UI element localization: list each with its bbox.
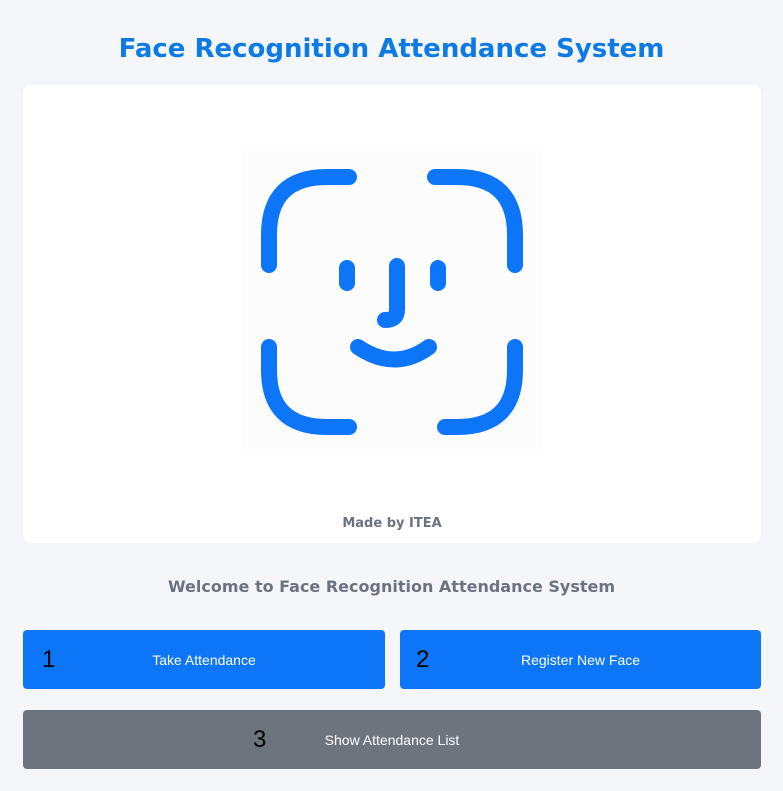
made-by-text: Made by ITEA	[342, 516, 442, 531]
register-new-face-button[interactable]: 2 Register New Face	[400, 630, 761, 689]
welcome-text: Welcome to Face Recognition Attendance S…	[167, 577, 616, 596]
logo-card: Made by ITEA	[23, 85, 761, 543]
face-id-icon	[242, 150, 542, 450]
page-title: Face Recognition Attendance System	[118, 34, 665, 64]
show-attendance-list-button[interactable]: 3 Show Attendance List	[23, 710, 761, 769]
take-attendance-button[interactable]: 1 Take Attendance	[23, 630, 385, 689]
button-label: Register New Face	[520, 651, 641, 668]
button-label: Take Attendance	[152, 651, 256, 668]
button-label: Show Attendance List	[324, 731, 460, 748]
